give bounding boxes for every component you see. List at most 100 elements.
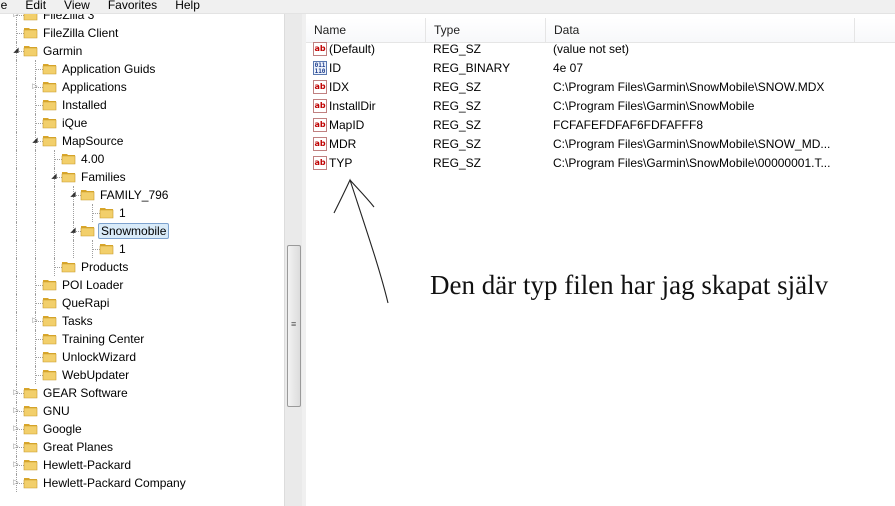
- tree-item[interactable]: 4.00: [0, 150, 284, 168]
- string-value-icon: ab: [313, 156, 327, 170]
- tree-item[interactable]: Training Center: [0, 330, 284, 348]
- collapse-arrow-icon[interactable]: [69, 227, 77, 235]
- tree-item-label[interactable]: Google: [41, 421, 84, 437]
- tree-item-label[interactable]: POI Loader: [60, 277, 125, 293]
- tree-item-label[interactable]: 4.00: [79, 151, 106, 167]
- tree-item-label[interactable]: MapSource: [60, 133, 125, 149]
- tree-item[interactable]: Installed: [0, 96, 284, 114]
- folder-icon: [42, 97, 58, 112]
- tree-item-label[interactable]: FAMILY_796: [98, 187, 170, 203]
- tree-item[interactable]: Garmin: [0, 42, 284, 60]
- tree-item[interactable]: Products: [0, 258, 284, 276]
- tree-item-label[interactable]: Applications: [60, 79, 129, 95]
- tree-item-label[interactable]: 1: [117, 241, 128, 257]
- cell-name: ID: [329, 61, 341, 75]
- menu-item-1[interactable]: Edit: [16, 0, 55, 13]
- column-header-type[interactable]: Type: [426, 18, 546, 42]
- list-row[interactable]: ab MDR REG_SZ C:\Program Files\Garmin\SnowM…: [306, 135, 895, 154]
- tree-connector: [35, 186, 36, 204]
- tree-item-label[interactable]: GEAR Software: [41, 385, 130, 401]
- tree-item-label[interactable]: 1: [117, 205, 128, 221]
- string-value-icon: ab: [313, 42, 327, 56]
- tree-item-label[interactable]: GNU: [41, 403, 72, 419]
- tree-item[interactable]: FileZilla 3: [0, 14, 284, 24]
- expand-arrow-icon[interactable]: [12, 389, 20, 397]
- tree-item[interactable]: Families: [0, 168, 284, 186]
- tree-item[interactable]: WebUpdater: [0, 366, 284, 384]
- tree-item-label[interactable]: Families: [79, 169, 128, 185]
- tree-item[interactable]: POI Loader: [0, 276, 284, 294]
- menu-item-2[interactable]: View: [55, 0, 99, 13]
- tree-item[interactable]: FAMILY_796: [0, 186, 284, 204]
- list-row[interactable]: ab MapID REG_SZ FCFAFEFDFAF6FDFAFFF8: [306, 116, 895, 135]
- tree-item[interactable]: iQue: [0, 114, 284, 132]
- binary-value-icon: 011 110: [313, 61, 327, 75]
- tree-item-label[interactable]: Products: [79, 259, 130, 275]
- tree-item[interactable]: FileZilla Client: [0, 24, 284, 42]
- handwritten-annotation: Den där typ filen har jag skapat själv: [430, 270, 829, 300]
- cell-type: REG_SZ: [433, 99, 482, 113]
- collapse-arrow-icon[interactable]: [69, 191, 77, 199]
- tree-item-label[interactable]: Hewlett-Packard Company: [41, 475, 188, 491]
- list-row[interactable]: ab (Default) REG_SZ (value not set): [306, 40, 895, 59]
- expand-arrow-icon[interactable]: [12, 407, 20, 415]
- tree-item-label[interactable]: WebUpdater: [60, 367, 131, 383]
- menu-item-3[interactable]: Favorites: [99, 0, 166, 13]
- tree-item[interactable]: Snowmobile: [0, 222, 284, 240]
- tree-item-label[interactable]: iQue: [60, 115, 89, 131]
- folder-icon: [23, 475, 39, 490]
- tree-connector: [16, 186, 17, 204]
- folder-icon: [42, 313, 58, 328]
- expand-arrow-icon[interactable]: [12, 479, 20, 487]
- expand-arrow-icon[interactable]: [12, 443, 20, 451]
- tree-item[interactable]: Application Guids: [0, 60, 284, 78]
- tree-item-label[interactable]: Training Center: [60, 331, 146, 347]
- list-row[interactable]: ab IDX REG_SZ C:\Program Files\Garmin\SnowM…: [306, 78, 895, 97]
- list-row[interactable]: 011 110 ID REG_BINARY 4e 07: [306, 59, 895, 78]
- tree-item[interactable]: 1: [0, 240, 284, 258]
- tree-item-label[interactable]: Installed: [60, 97, 109, 113]
- scrollbar-thumb[interactable]: ≡: [287, 245, 301, 407]
- folder-icon: [42, 367, 58, 382]
- list-row[interactable]: ab TYP REG_SZ C:\Program Files\Garmin\SnowM…: [306, 154, 895, 173]
- grip-icon: ≡: [291, 319, 297, 329]
- menu-item-4[interactable]: Help: [166, 0, 209, 13]
- expand-arrow-icon[interactable]: [31, 83, 39, 91]
- tree-item[interactable]: GNU: [0, 402, 284, 420]
- tree-scrollbar[interactable]: ≡: [284, 14, 302, 506]
- tree-item-label[interactable]: Garmin: [41, 43, 84, 59]
- expand-arrow-icon[interactable]: [12, 461, 20, 469]
- tree-item-label[interactable]: Snowmobile: [98, 223, 170, 239]
- cell-name: TYP: [329, 156, 353, 170]
- tree-item[interactable]: MapSource: [0, 132, 284, 150]
- collapse-arrow-icon[interactable]: [12, 47, 20, 55]
- collapse-arrow-icon[interactable]: [50, 173, 58, 181]
- column-header-name[interactable]: Name: [306, 18, 426, 42]
- tree-item-label[interactable]: Tasks: [60, 313, 95, 329]
- tree-item-label[interactable]: Application Guids: [60, 61, 157, 77]
- tree-item-label[interactable]: QueRapi: [60, 295, 111, 311]
- tree-item[interactable]: 1: [0, 204, 284, 222]
- collapse-arrow-icon[interactable]: [31, 137, 39, 145]
- tree-item[interactable]: QueRapi: [0, 294, 284, 312]
- tree-item[interactable]: Great Planes: [0, 438, 284, 456]
- tree-item[interactable]: Google: [0, 420, 284, 438]
- tree-item[interactable]: UnlockWizard: [0, 348, 284, 366]
- tree-item[interactable]: Hewlett-Packard: [0, 456, 284, 474]
- tree-item-label[interactable]: FileZilla Client: [41, 25, 120, 41]
- tree-item[interactable]: Tasks: [0, 312, 284, 330]
- tree-item[interactable]: GEAR Software: [0, 384, 284, 402]
- tree-item[interactable]: Hewlett-Packard Company: [0, 474, 284, 492]
- tree-item-label[interactable]: Great Planes: [41, 439, 115, 455]
- tree-item-label[interactable]: Hewlett-Packard: [41, 457, 133, 473]
- menu-item-0[interactable]: le: [0, 0, 16, 13]
- list-row[interactable]: ab InstallDir REG_SZ C:\Program Files\Garmi…: [306, 97, 895, 116]
- expand-arrow-icon[interactable]: [31, 317, 39, 325]
- tree-connector: [54, 204, 55, 222]
- tree-item-label[interactable]: UnlockWizard: [60, 349, 138, 365]
- tree-item[interactable]: Applications: [0, 78, 284, 96]
- tree-item-label[interactable]: FileZilla 3: [41, 14, 96, 23]
- expand-arrow-icon[interactable]: [12, 14, 20, 19]
- column-header-data[interactable]: Data: [546, 18, 855, 42]
- expand-arrow-icon[interactable]: [12, 425, 20, 433]
